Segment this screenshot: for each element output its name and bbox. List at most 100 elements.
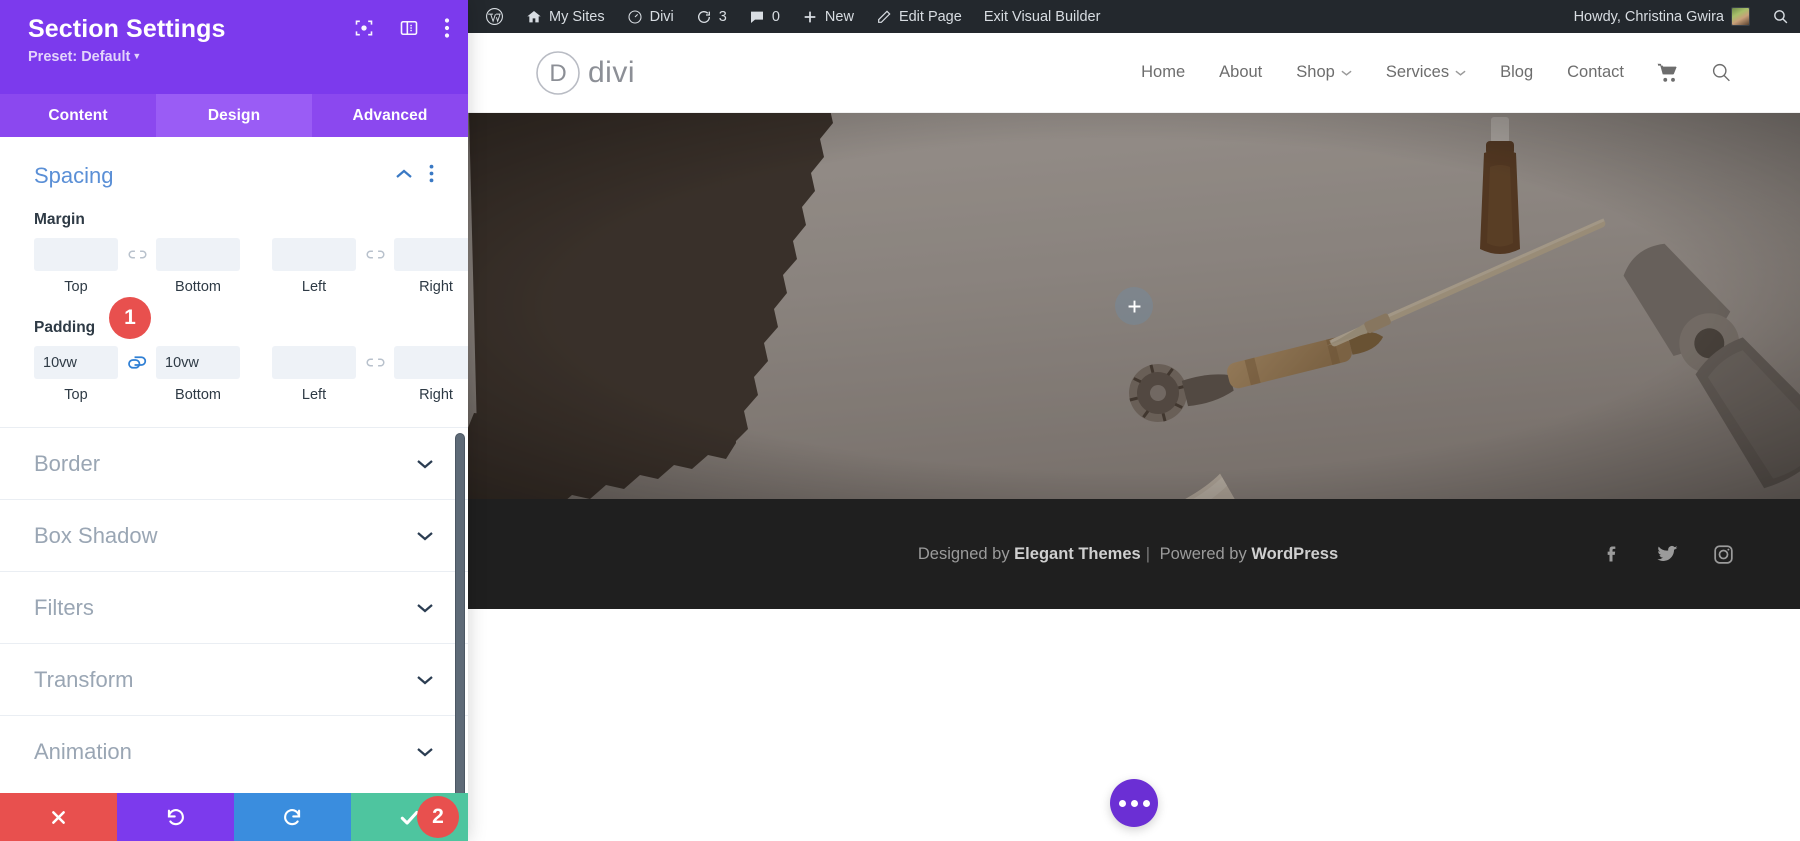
settings-scroll-container[interactable]: Spacing Margin Top Bottom Left Right Pad… xyxy=(0,137,468,793)
facebook-icon xyxy=(1607,546,1616,562)
admin-bar-search[interactable] xyxy=(1761,0,1800,33)
section-border[interactable]: Border xyxy=(0,427,468,499)
visual-builder-menu-button[interactable] xyxy=(1110,779,1158,827)
admin-bar-updates[interactable]: 3 xyxy=(685,0,738,33)
twitter-icon xyxy=(1657,545,1678,561)
pencil-icon xyxy=(878,9,891,23)
margin-top-input[interactable] xyxy=(34,238,118,271)
padding-inputs-row: Top Bottom xyxy=(34,346,468,403)
preset-selector[interactable]: Preset: Default ▼ xyxy=(28,49,446,66)
page-body-blank xyxy=(468,609,1800,841)
site-preview-area: My Sites Divi 3 0 New Edit Page Exit Vis… xyxy=(468,0,1800,841)
wordpress-logo-icon xyxy=(486,8,503,25)
admin-bar-exit-visual-builder[interactable]: Exit Visual Builder xyxy=(973,0,1112,33)
padding-link-top-bottom-button[interactable] xyxy=(118,346,156,379)
twitter-link[interactable] xyxy=(1656,543,1679,565)
tab-design[interactable]: Design xyxy=(156,94,312,137)
padding-left-input[interactable] xyxy=(272,346,356,379)
admin-bar-edit-page-label: Edit Page xyxy=(898,8,962,25)
admin-bar-wordpress-logo[interactable] xyxy=(474,0,515,33)
admin-bar-new[interactable]: New xyxy=(791,0,865,33)
footer-credit-brand[interactable]: Elegant Themes xyxy=(1014,545,1141,563)
site-footer: Designed by Elegant Themes | Powered by W… xyxy=(468,499,1800,609)
search-icon xyxy=(1774,10,1788,24)
nav-item-blog-label: Blog xyxy=(1500,63,1534,81)
admin-bar-divi[interactable]: Divi xyxy=(616,0,685,33)
margin-left-input[interactable] xyxy=(272,238,356,271)
admin-bar-account[interactable]: Howdy, Christina Gwira xyxy=(1563,0,1761,33)
nav-item-contact-label: Contact xyxy=(1567,63,1624,81)
padding-bottom-input[interactable] xyxy=(156,346,240,379)
redo-button[interactable] xyxy=(234,793,351,841)
section-box-shadow[interactable]: Box Shadow xyxy=(0,499,468,571)
margin-link-top-bottom-button[interactable] xyxy=(118,238,156,271)
section-transform-label: Transform xyxy=(34,666,134,692)
chevron-down-icon: ▼ xyxy=(132,51,142,61)
panel-more-button[interactable] xyxy=(444,17,450,39)
settings-panel-body: Spacing Margin Top Bottom Left Right Pad… xyxy=(0,137,468,793)
chevron-down-icon xyxy=(417,459,433,468)
chevron-up-icon xyxy=(396,169,412,178)
hero-section[interactable] xyxy=(468,113,1800,499)
instagram-link[interactable] xyxy=(1713,544,1734,565)
padding-left-cell: Left xyxy=(272,346,356,403)
site-logo[interactable]: D divi xyxy=(534,49,635,97)
margin-inputs-row: Top Bottom Left Right xyxy=(34,238,468,295)
nav-item-blog[interactable]: Blog xyxy=(1483,63,1550,82)
close-icon xyxy=(52,810,65,824)
spacing-collapse-button[interactable] xyxy=(395,167,413,185)
footer-social-links xyxy=(1602,543,1734,565)
focus-button[interactable] xyxy=(354,18,374,38)
section-animation[interactable]: Animation xyxy=(0,715,468,787)
footer-credit-brand-wordpress[interactable]: WordPress xyxy=(1251,545,1338,563)
tab-content[interactable]: Content xyxy=(0,94,156,137)
admin-bar-edit-page[interactable]: Edit Page xyxy=(865,0,973,33)
section-filters[interactable]: Filters xyxy=(0,571,468,643)
chevron-down-icon xyxy=(417,531,433,540)
section-transform[interactable]: Transform xyxy=(0,643,468,715)
margin-top-bottom-pair: Top Bottom xyxy=(34,238,240,295)
padding-top-input[interactable] xyxy=(34,346,118,379)
margin-right-input[interactable] xyxy=(394,238,468,271)
padding-link-left-right-button[interactable] xyxy=(356,346,394,379)
annotation-badge-1: 1 xyxy=(109,297,151,339)
padding-right-input[interactable] xyxy=(394,346,468,379)
tab-advanced[interactable]: Advanced xyxy=(312,94,468,137)
margin-top-cell: Top xyxy=(34,238,118,295)
admin-bar-divi-label: Divi xyxy=(649,8,674,25)
admin-bar-howdy-label: Howdy, Christina Gwira xyxy=(1573,8,1724,25)
margin-link-left-right-button[interactable] xyxy=(356,238,394,271)
nav-item-about[interactable]: About xyxy=(1202,63,1279,82)
margin-left-cell: Left xyxy=(272,238,356,295)
footer-credit-mid: Powered by xyxy=(1155,544,1252,563)
spacing-section-header[interactable]: Spacing xyxy=(34,163,434,189)
nav-item-about-label: About xyxy=(1219,63,1263,81)
undo-button[interactable] xyxy=(117,793,234,841)
spacing-more-button[interactable] xyxy=(429,164,434,188)
site-logo-text: divi xyxy=(588,55,636,89)
layout-panel-button[interactable] xyxy=(399,18,419,38)
site-search-button[interactable] xyxy=(1695,62,1748,83)
admin-bar-comments[interactable]: 0 xyxy=(738,0,791,33)
facebook-link[interactable] xyxy=(1602,543,1622,565)
plus-icon xyxy=(1128,300,1140,312)
cart-button[interactable] xyxy=(1641,63,1695,83)
settings-panel-scrollbar[interactable] xyxy=(455,433,465,793)
add-section-button[interactable] xyxy=(1115,287,1153,325)
section-box-shadow-label: Box Shadow xyxy=(34,522,158,548)
avatar xyxy=(1731,7,1750,26)
nav-item-home[interactable]: Home xyxy=(1124,63,1202,82)
section-filters-label: Filters xyxy=(34,594,94,620)
margin-field-group: Margin Top Bottom Left Right xyxy=(34,211,468,295)
margin-left-caption: Left xyxy=(301,279,327,295)
nav-item-shop[interactable]: Shop xyxy=(1279,63,1369,82)
cancel-button[interactable] xyxy=(0,793,117,841)
admin-bar-my-sites[interactable]: My Sites xyxy=(515,0,616,33)
margin-bottom-cell: Bottom xyxy=(156,238,240,295)
padding-left-right-pair: Left Right xyxy=(272,346,468,403)
margin-bottom-input[interactable] xyxy=(156,238,240,271)
nav-item-services[interactable]: Services xyxy=(1369,63,1483,82)
nav-item-shop-label: Shop xyxy=(1296,63,1335,81)
nav-item-contact[interactable]: Contact xyxy=(1550,63,1641,82)
undo-icon xyxy=(167,808,184,825)
